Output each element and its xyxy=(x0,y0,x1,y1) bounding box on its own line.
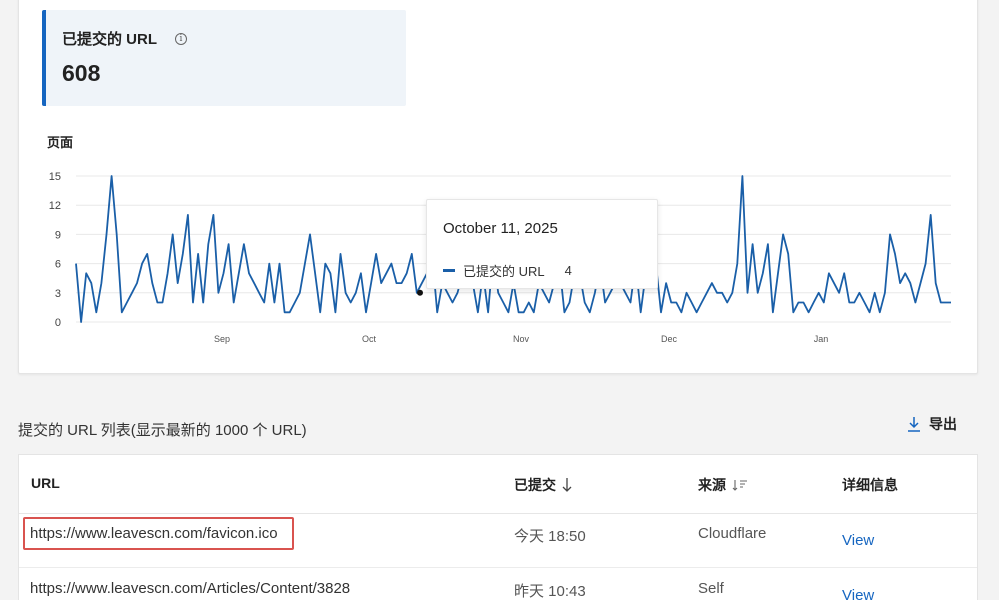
row-source: Cloudflare xyxy=(698,525,767,542)
stat-title-label: 已提交的 URL xyxy=(62,31,157,48)
column-header-details-label: 详细信息 xyxy=(842,477,898,493)
stat-value: 608 xyxy=(62,60,101,86)
y-tick-label: 15 xyxy=(49,171,61,183)
export-label: 导出 xyxy=(929,416,957,432)
info-icon[interactable]: i xyxy=(175,32,187,45)
url-table: URL 已提交 来源 详细信息 https://www.leavescn.com… xyxy=(18,454,978,600)
tooltip-value: 4 xyxy=(564,263,572,278)
header-divider xyxy=(19,513,977,514)
row-source: Self xyxy=(698,580,724,597)
column-header-source[interactable]: 来源 xyxy=(698,475,748,495)
submitted-urls-stat-tile: 已提交的 URL i 608 xyxy=(42,10,406,106)
column-header-submitted-label: 已提交 xyxy=(514,477,556,493)
url-list-title: 提交的 URL 列表(显示最新的 1000 个 URL) xyxy=(18,422,307,439)
tooltip-series-name: 已提交的 URL xyxy=(463,264,545,279)
sort-descending-icon xyxy=(562,478,572,492)
tooltip-series-swatch xyxy=(443,269,455,272)
row-view-link[interactable]: View xyxy=(842,587,874,600)
x-tick-label: Nov xyxy=(513,334,530,344)
sort-filter-icon xyxy=(732,480,747,491)
hover-point xyxy=(417,289,423,296)
tooltip-row: 已提交的 URL 4 xyxy=(443,261,572,280)
row-url[interactable]: https://www.leavescn.com/Articles/Conten… xyxy=(30,580,350,597)
row-divider xyxy=(19,567,977,568)
chart-y-axis-label: 页面 xyxy=(47,135,74,150)
column-header-submitted[interactable]: 已提交 xyxy=(514,475,572,495)
x-tick-label: Dec xyxy=(661,334,678,344)
tooltip-date: October 11, 2025 xyxy=(443,220,558,237)
y-tick-label: 9 xyxy=(55,229,61,241)
x-tick-label: Sep xyxy=(214,334,230,344)
y-tick-label: 0 xyxy=(55,317,61,329)
x-tick-label: Jan xyxy=(814,334,829,344)
stat-title: 已提交的 URL i xyxy=(62,28,187,49)
x-tick-label: Oct xyxy=(362,334,377,344)
row-submitted: 今天 18:50 xyxy=(514,528,586,545)
column-header-url[interactable]: URL xyxy=(31,475,60,491)
row-view-link[interactable]: View xyxy=(842,532,874,549)
column-header-details: 详细信息 xyxy=(842,475,898,495)
y-tick-label: 6 xyxy=(55,259,61,271)
chart-tooltip: October 11, 2025 已提交的 URL 4 xyxy=(426,199,658,289)
export-button[interactable]: 导出 xyxy=(907,414,957,434)
download-icon xyxy=(908,417,920,432)
column-header-source-label: 来源 xyxy=(698,477,726,493)
y-tick-label: 3 xyxy=(55,288,61,300)
column-header-url-label: URL xyxy=(31,475,60,491)
y-tick-label: 12 xyxy=(49,200,61,212)
row-submitted: 昨天 10:43 xyxy=(514,583,586,600)
row-url[interactable]: https://www.leavescn.com/favicon.ico xyxy=(30,525,278,542)
